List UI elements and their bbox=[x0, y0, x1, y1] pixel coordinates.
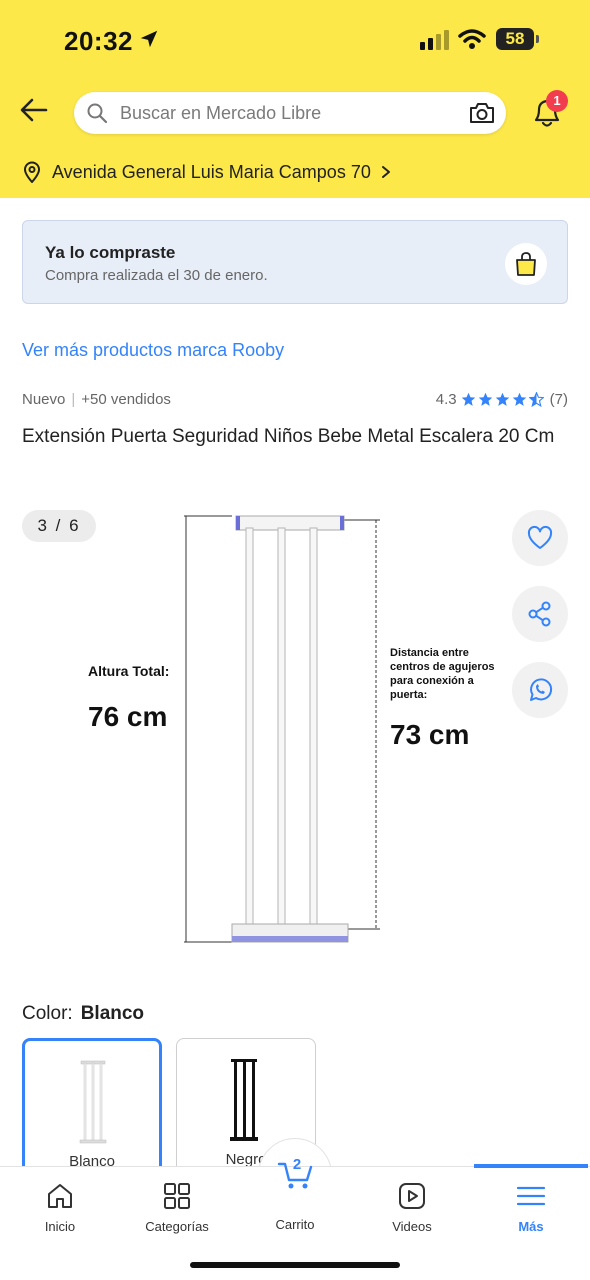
already-bought-title: Ya lo compraste bbox=[45, 243, 176, 262]
distance-label-line-1: Distancia entre bbox=[390, 647, 469, 659]
rating-value: 4.3 bbox=[435, 391, 457, 408]
whatsapp-share-button[interactable] bbox=[512, 662, 568, 718]
tab-label: Categorías bbox=[145, 1219, 209, 1234]
battery-level: 58 bbox=[505, 29, 525, 48]
share-button[interactable] bbox=[512, 586, 568, 642]
wifi-icon bbox=[458, 29, 486, 49]
location-pin-icon bbox=[23, 161, 41, 183]
color-option-blanco[interactable]: Blanco bbox=[22, 1038, 162, 1178]
tab-label: Videos bbox=[392, 1219, 432, 1234]
whatsapp-icon bbox=[530, 678, 553, 701]
color-label: Color: bbox=[22, 1003, 73, 1024]
rating-stars bbox=[461, 392, 546, 407]
delivery-address[interactable]: Avenida General Luis Maria Campos 70 bbox=[22, 158, 393, 186]
battery-icon: 58 bbox=[496, 28, 540, 50]
cellular-signal-icon bbox=[420, 30, 449, 50]
active-tab-indicator bbox=[474, 1164, 588, 1168]
menu-icon bbox=[516, 1186, 546, 1206]
cart-count: 2 bbox=[292, 1156, 302, 1173]
address-text: Avenida General Luis Maria Campos 70 bbox=[52, 161, 371, 182]
star-full-icon bbox=[512, 392, 526, 406]
color-selected-value: Blanco bbox=[80, 1003, 145, 1024]
search-input[interactable] bbox=[120, 92, 460, 134]
status-bar: 20:32 58 bbox=[0, 0, 590, 80]
tab-label: Carrito bbox=[275, 1217, 315, 1232]
star-full-icon bbox=[461, 392, 475, 406]
tab-label: Más bbox=[518, 1219, 544, 1234]
product-meta: Nuevo | +50 vendidos bbox=[22, 391, 171, 408]
star-full-icon bbox=[495, 392, 509, 406]
product-image[interactable]: Altura Total: 76 cm Distancia entre cent… bbox=[80, 506, 500, 952]
brand-products-link[interactable]: Ver más productos marca Rooby bbox=[22, 340, 284, 361]
app-header: 20:32 58 Buscar en Mercado Libre 1 Aveni… bbox=[0, 0, 590, 198]
rating-summary[interactable]: 4.3 (7) bbox=[436, 391, 568, 408]
product-title: Extensión Puerta Seguridad Niños Bebe Me… bbox=[22, 426, 555, 447]
distance-label-line-2: centros de agujeros bbox=[390, 661, 495, 673]
home-icon bbox=[48, 1184, 72, 1208]
tab-inicio[interactable]: Inicio bbox=[12, 1181, 108, 1234]
heart-icon bbox=[527, 525, 553, 549]
tab-label: Inicio bbox=[44, 1219, 76, 1234]
color-selector-label: Color: Blanco bbox=[22, 1003, 144, 1025]
star-full-icon bbox=[478, 392, 492, 406]
shopping-bag-icon bbox=[516, 252, 536, 276]
distance-label-line-3: para conexión a bbox=[390, 675, 475, 687]
status-time: 20:32 bbox=[64, 26, 133, 56]
distance-value: 73 cm bbox=[390, 719, 469, 750]
tab-categorias[interactable]: Categorías bbox=[129, 1181, 225, 1234]
chevron-right-icon bbox=[381, 166, 390, 178]
location-arrow-icon bbox=[140, 30, 158, 48]
star-half-icon bbox=[528, 392, 544, 407]
review-count: (7) bbox=[549, 391, 568, 408]
back-arrow-icon[interactable] bbox=[18, 94, 50, 126]
categories-icon bbox=[164, 1183, 190, 1209]
notification-badge: 1 bbox=[546, 90, 568, 112]
tab-mas[interactable]: Más bbox=[483, 1181, 579, 1234]
home-indicator bbox=[190, 1262, 400, 1268]
favorite-button[interactable] bbox=[512, 510, 568, 566]
already-bought-subtitle: Compra realizada el 30 de enero. bbox=[45, 267, 268, 284]
already-bought-banner[interactable]: Ya lo compraste Compra realizada el 30 d… bbox=[22, 220, 568, 304]
height-label: Altura Total: bbox=[88, 663, 169, 679]
share-icon bbox=[528, 601, 551, 627]
sold-count: +50 vendidos bbox=[81, 391, 171, 408]
camera-icon[interactable] bbox=[468, 100, 496, 126]
video-icon bbox=[399, 1183, 425, 1209]
tab-videos[interactable]: Videos bbox=[364, 1181, 460, 1234]
search-bar[interactable] bbox=[74, 92, 506, 134]
condition-text: Nuevo bbox=[22, 391, 66, 408]
distance-label-line-4: puerta: bbox=[390, 689, 427, 701]
height-value: 76 cm bbox=[88, 701, 167, 732]
shopping-bag-badge bbox=[505, 243, 547, 285]
search-icon bbox=[87, 103, 108, 124]
white-gate-thumbnail bbox=[79, 1060, 107, 1144]
